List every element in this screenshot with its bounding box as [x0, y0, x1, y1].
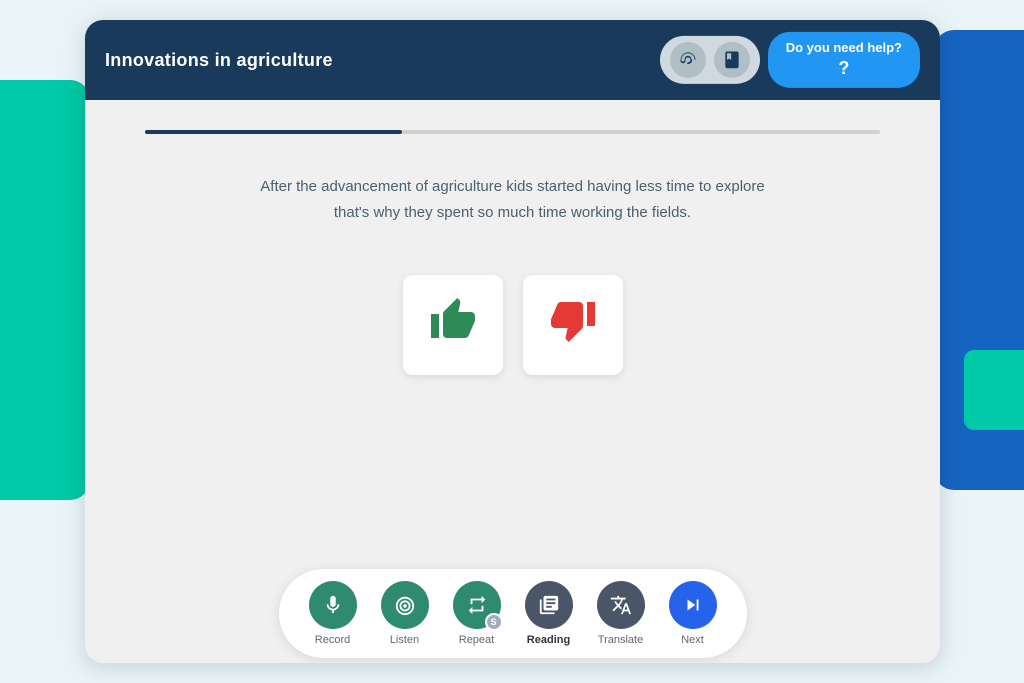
next-label: Next	[681, 634, 704, 646]
repeat-button[interactable]: S	[453, 581, 501, 629]
toolbar: Record Listen S Repeat	[279, 569, 747, 658]
dots-pattern	[944, 240, 1004, 380]
listen-button[interactable]	[381, 581, 429, 629]
main-card: Innovations in agriculture Do you need h…	[85, 20, 940, 663]
listen-label: Listen	[390, 634, 419, 646]
record-label: Record	[315, 634, 350, 646]
header: Innovations in agriculture Do you need h…	[85, 20, 940, 100]
help-button[interactable]: Do you need help? ?	[768, 32, 920, 88]
toolbar-item-next[interactable]: Next	[669, 581, 717, 646]
translate-label: Translate	[598, 634, 643, 646]
help-icon: ?	[786, 57, 902, 80]
thumbs-down-icon	[549, 296, 597, 354]
toolbar-item-listen[interactable]: Listen	[381, 581, 429, 646]
header-controls: Do you need help? ?	[660, 32, 920, 88]
thumbs-up-icon	[429, 296, 477, 354]
repeat-label: Repeat	[459, 634, 494, 646]
toolbar-item-reading[interactable]: Reading	[525, 581, 573, 646]
reading-button[interactable]	[525, 581, 573, 629]
bg-teal-left	[0, 80, 90, 500]
toolbar-item-translate[interactable]: Translate	[597, 581, 645, 646]
reading-label: Reading	[527, 634, 570, 646]
progress-bar-fill	[145, 130, 402, 134]
header-icons-group	[660, 36, 760, 84]
book-icon-button[interactable]	[714, 42, 750, 78]
page-title: Innovations in agriculture	[105, 50, 333, 71]
help-label: Do you need help?	[786, 40, 902, 57]
content-area: After the advancement of agriculture kid…	[85, 100, 940, 405]
translate-button[interactable]	[597, 581, 645, 629]
thumbs-down-button[interactable]	[523, 275, 623, 375]
ear-icon-button[interactable]	[670, 42, 706, 78]
toolbar-item-record[interactable]: Record	[309, 581, 357, 646]
toolbar-item-repeat[interactable]: S Repeat	[453, 581, 501, 646]
record-button[interactable]	[309, 581, 357, 629]
bottom-toolbar-area: Record Listen S Repeat	[85, 563, 940, 663]
repeat-badge: S	[485, 613, 503, 631]
progress-bar-container	[145, 130, 880, 134]
next-button[interactable]	[669, 581, 717, 629]
thumbs-up-button[interactable]	[403, 275, 503, 375]
answer-buttons	[403, 275, 623, 375]
passage-text: After the advancement of agriculture kid…	[243, 174, 783, 225]
